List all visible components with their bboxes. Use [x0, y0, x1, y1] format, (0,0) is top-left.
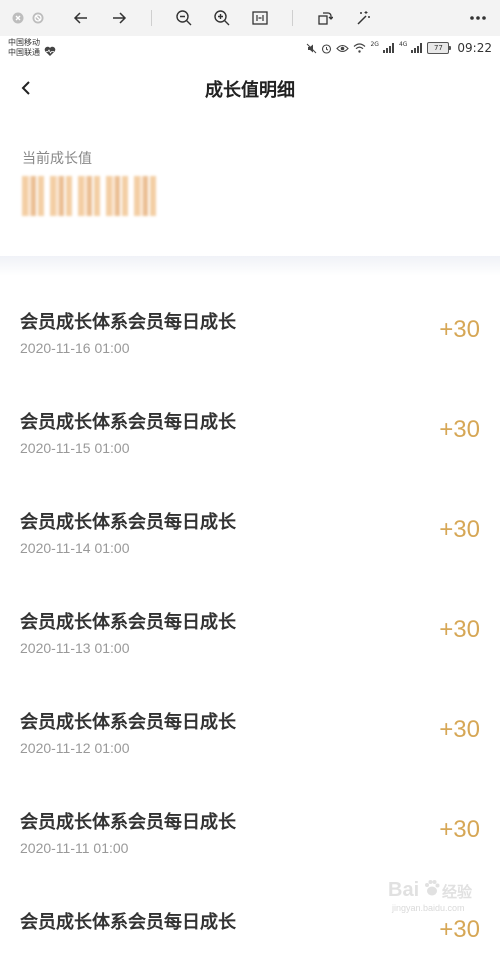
carrier-1: 中国移动 [8, 38, 40, 47]
watermark-url: jingyan.baidu.com [392, 903, 465, 913]
signal-label-2: 4G [398, 41, 408, 48]
record-title: 会员成长体系会员每日成长 [20, 512, 236, 533]
watermark-logo-cn: 经验 [442, 883, 473, 901]
blurred-digit [50, 176, 72, 216]
page-title: 成长值明细 [205, 80, 295, 101]
rotate-icon[interactable] [314, 0, 336, 36]
growth-summary: 当前成长值 [0, 114, 500, 260]
app-header: 成长值明细 [0, 62, 500, 114]
record-title: 会员成长体系会员每日成长 [20, 612, 236, 633]
status-icons: 2G 4G 77 09:22 [306, 41, 492, 55]
arrow-left-icon[interactable] [70, 0, 92, 36]
list-item[interactable]: 会员成长体系会员每日成长 2020-11-12 01:00 +30 [0, 676, 500, 776]
blurred-digit [106, 176, 128, 216]
record-time: 2020-11-14 01:00 [20, 540, 130, 556]
battery-level: 77 [427, 42, 450, 54]
fit-screen-icon[interactable] [249, 0, 271, 36]
alarm-icon [322, 43, 332, 54]
battery-icon: 77 [427, 42, 452, 54]
wifi-icon [354, 43, 366, 53]
baidu-jingyan-watermark: Bai 经验 jingyan.baidu.com [388, 879, 488, 915]
record-time: 2020-11-13 01:00 [20, 640, 130, 656]
list-item[interactable]: 会员成长体系会员每日成长 2020-11-14 01:00 +30 [0, 476, 500, 576]
record-title: 会员成长体系会员每日成长 [20, 912, 236, 933]
record-time: 2020-11-11 01:00 [20, 840, 129, 856]
record-points: +30 [439, 716, 480, 743]
heart-pulse-icon [44, 42, 56, 61]
signal-icon [382, 43, 394, 53]
record-points: +30 [439, 816, 480, 843]
toolbar-divider [151, 10, 152, 26]
viewer-toolbar [0, 0, 500, 37]
watermark-logo-text: Bai [388, 879, 420, 901]
growth-value-blurred [22, 176, 156, 216]
list-item[interactable]: 会员成长体系会员每日成长 2020-11-16 01:00 +30 [0, 276, 500, 376]
record-title: 会员成长体系会员每日成长 [20, 312, 236, 333]
record-title: 会员成长体系会员每日成长 [20, 812, 236, 833]
close-circle-icon[interactable] [10, 0, 26, 36]
list-item[interactable]: 会员成长体系会员每日成长 2020-11-11 01:00 +30 [0, 776, 500, 876]
record-points: +30 [439, 616, 480, 643]
record-points: +30 [439, 416, 480, 443]
signal-label-1: 2G [370, 41, 379, 48]
record-points: +30 [439, 916, 480, 943]
status-time: 09:22 [457, 41, 492, 55]
record-time: 2020-11-16 01:00 [20, 340, 130, 356]
status-bar: 中国移动 中国联通 2G 4G 77 09:22 [0, 36, 500, 62]
growth-record-list: 会员成长体系会员每日成长 2020-11-16 01:00 +30 会员成长体系… [0, 276, 500, 976]
record-points: +30 [439, 516, 480, 543]
carrier-2: 中国联通 [8, 48, 40, 57]
paw-icon [425, 880, 440, 896]
carrier-info: 中国移动 中国联通 [8, 38, 40, 58]
magic-wand-icon[interactable] [352, 0, 374, 36]
blurred-digit [22, 176, 44, 216]
signal-icon [411, 43, 423, 53]
record-title: 会员成长体系会员每日成长 [20, 712, 236, 733]
blurred-digit [134, 176, 156, 216]
arrow-right-icon[interactable] [108, 0, 130, 36]
zoom-in-icon[interactable] [211, 0, 233, 36]
growth-label: 当前成长值 [22, 151, 92, 167]
record-time: 2020-11-12 01:00 [20, 740, 130, 756]
list-item[interactable]: 会员成长体系会员每日成长 2020-11-13 01:00 +30 [0, 576, 500, 676]
list-item[interactable]: 会员成长体系会员每日成长 2020-11-15 01:00 +30 [0, 376, 500, 476]
zoom-out-icon[interactable] [173, 0, 195, 36]
record-time: 2020-11-15 01:00 [20, 440, 130, 456]
record-points: +30 [439, 316, 480, 343]
toolbar-divider [292, 10, 293, 26]
block-icon[interactable] [30, 0, 46, 36]
more-icon[interactable] [466, 0, 490, 36]
record-title: 会员成长体系会员每日成长 [20, 412, 236, 433]
section-divider [0, 256, 500, 276]
mute-icon [307, 43, 317, 53]
eye-icon [336, 44, 350, 52]
blurred-digit [78, 176, 100, 216]
